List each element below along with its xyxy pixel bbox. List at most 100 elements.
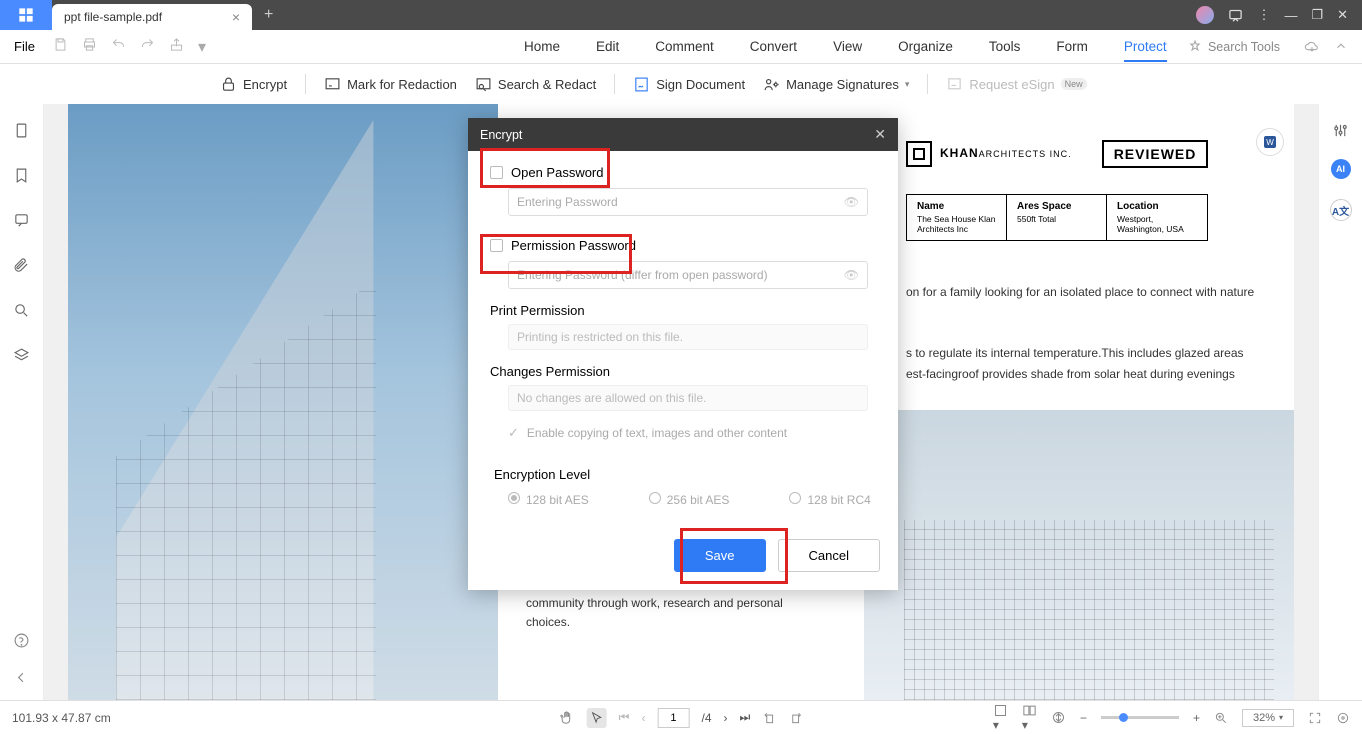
rotate-left-icon[interactable] <box>762 711 776 725</box>
undo-icon[interactable] <box>111 37 126 57</box>
info-table: NameThe Sea House KlanArchitects Inc Are… <box>906 194 1208 241</box>
close-window-icon[interactable]: ✕ <box>1337 7 1348 23</box>
save-button[interactable]: Save <box>674 539 766 572</box>
enc-option-128aes[interactable]: 128 bit AES <box>508 492 589 507</box>
read-mode-icon[interactable]: ▾ <box>1022 703 1037 732</box>
encrypt-dialog: Encrypt ✕ Open Password Entering Passwor… <box>468 118 898 590</box>
dialog-close-icon[interactable]: ✕ <box>874 126 886 143</box>
first-page-icon[interactable]: ⏮ <box>619 710 630 725</box>
dialog-titlebar[interactable]: Encrypt ✕ <box>468 118 898 151</box>
page-number-input[interactable] <box>657 708 689 728</box>
next-page-icon[interactable]: › <box>724 711 728 725</box>
fullscreen-icon[interactable] <box>1308 711 1322 725</box>
menu-view[interactable]: View <box>833 39 862 54</box>
fit-width-icon[interactable]: ▾ <box>993 703 1008 732</box>
eye-icon[interactable]: 👁 <box>844 268 859 282</box>
user-avatar[interactable] <box>1196 6 1214 24</box>
collapse-left-icon[interactable] <box>13 669 30 686</box>
changes-permission-label: Changes Permission <box>490 364 876 379</box>
encrypt-button[interactable]: Encrypt <box>220 76 287 93</box>
enc-option-256aes[interactable]: 256 bit AES <box>649 492 730 507</box>
zoom-fit-icon[interactable] <box>1214 711 1228 725</box>
menu-convert[interactable]: Convert <box>750 39 797 54</box>
open-password-input[interactable]: Entering Password 👁 <box>508 188 868 216</box>
window-controls: ⋮ — ❐ ✕ <box>1196 6 1362 24</box>
zoom-slider[interactable] <box>1101 716 1179 719</box>
app-logo[interactable] <box>0 0 52 30</box>
file-menu[interactable]: File <box>14 39 35 54</box>
manage-signatures-button[interactable]: Manage Signatures ▾ <box>763 76 909 93</box>
close-tab-icon[interactable]: × <box>232 9 240 25</box>
cancel-button[interactable]: Cancel <box>778 539 880 572</box>
minimize-icon[interactable]: — <box>1284 8 1297 23</box>
document-tab[interactable]: ppt file-sample.pdf × <box>52 4 252 30</box>
request-esign-button[interactable]: Request eSign New <box>946 76 1086 93</box>
search-tools[interactable]: Search Tools <box>1188 40 1280 54</box>
thumbnail-icon[interactable] <box>13 122 30 139</box>
print-icon[interactable] <box>82 37 97 57</box>
bookmark-icon[interactable] <box>13 167 30 184</box>
word-export-float[interactable]: W <box>1256 128 1284 156</box>
chevron-down-icon: ▾ <box>905 79 910 90</box>
zoom-out-icon[interactable]: − <box>1080 711 1087 725</box>
prev-page-icon[interactable]: ‹ <box>641 711 645 725</box>
ai-icon[interactable]: AI <box>1331 159 1351 179</box>
layers-icon[interactable] <box>13 347 30 364</box>
enc-opt-label-0: 128 bit AES <box>526 493 589 507</box>
eye-icon[interactable]: 👁 <box>844 195 859 209</box>
search-icon[interactable] <box>13 302 30 319</box>
sign-document-button[interactable]: Sign Document <box>633 76 745 93</box>
menu-edit[interactable]: Edit <box>596 39 619 54</box>
menu-tools[interactable]: Tools <box>989 39 1021 54</box>
open-password-row[interactable]: Open Password <box>490 165 876 180</box>
maximize-icon[interactable]: ❐ <box>1311 7 1323 23</box>
mark-redaction-label: Mark for Redaction <box>347 77 457 92</box>
qat-dropdown-icon[interactable]: ▾ <box>198 37 206 57</box>
menu-protect[interactable]: Protect <box>1124 39 1167 62</box>
tab-title: ppt file-sample.pdf <box>64 10 162 24</box>
permission-password-checkbox[interactable] <box>490 239 503 252</box>
save-icon[interactable] <box>53 37 68 57</box>
info-loc-header: Location <box>1117 201 1197 212</box>
print-permission-select[interactable]: Printing is restricted on this file. <box>508 324 868 350</box>
translate-icon[interactable]: A文 <box>1330 199 1352 221</box>
chat-icon[interactable] <box>1228 8 1243 23</box>
scroll-mode-icon[interactable] <box>1051 710 1066 725</box>
select-tool-icon[interactable] <box>587 708 607 728</box>
more-icon[interactable]: ⋮ <box>1257 7 1270 23</box>
permission-password-row[interactable]: Permission Password <box>490 238 876 253</box>
menu-comment[interactable]: Comment <box>655 39 714 54</box>
dialog-body: Open Password Entering Password 👁 Permis… <box>468 151 898 513</box>
doc-paragraph-2: community through work, research and per… <box>526 594 866 632</box>
enable-copy-check-icon: ✓ <box>508 425 519 441</box>
info-loc-v2: Washington, USA <box>1117 224 1184 234</box>
last-page-icon[interactable]: ⏭ <box>740 710 751 725</box>
hand-tool-icon[interactable] <box>560 710 575 725</box>
search-redact-button[interactable]: Search & Redact <box>475 76 596 93</box>
cloud-icon[interactable] <box>1304 39 1320 55</box>
collapse-ribbon-icon[interactable] <box>1334 39 1348 55</box>
help-icon[interactable] <box>13 632 30 649</box>
zoom-value-box[interactable]: 32%▾ <box>1242 709 1294 727</box>
settings-icon[interactable] <box>1332 122 1349 139</box>
changes-permission-select[interactable]: No changes are allowed on this file. <box>508 385 868 411</box>
add-tab-button[interactable]: + <box>252 6 285 24</box>
menu-organize[interactable]: Organize <box>898 39 953 54</box>
open-password-checkbox[interactable] <box>490 166 503 179</box>
enc-option-128rc4[interactable]: 128 bit RC4 <box>789 492 870 507</box>
search-redact-label: Search & Redact <box>498 77 596 92</box>
share-icon[interactable] <box>169 37 184 57</box>
redo-icon[interactable] <box>140 37 155 57</box>
attachment-icon[interactable] <box>13 257 30 274</box>
target-icon[interactable] <box>1336 711 1350 725</box>
mark-redaction-button[interactable]: Mark for Redaction <box>324 76 457 93</box>
rotate-right-icon[interactable] <box>788 711 802 725</box>
zoom-in-icon[interactable]: + <box>1193 711 1200 725</box>
permission-password-input[interactable]: Entering Password (differ from open pass… <box>508 261 868 289</box>
enable-copy-row[interactable]: ✓ Enable copying of text, images and oth… <box>508 425 876 441</box>
menu-home[interactable]: Home <box>524 39 560 54</box>
comment-icon[interactable] <box>13 212 30 229</box>
radio-icon <box>508 492 520 504</box>
menu-form[interactable]: Form <box>1056 39 1088 54</box>
sign-document-label: Sign Document <box>656 77 745 92</box>
